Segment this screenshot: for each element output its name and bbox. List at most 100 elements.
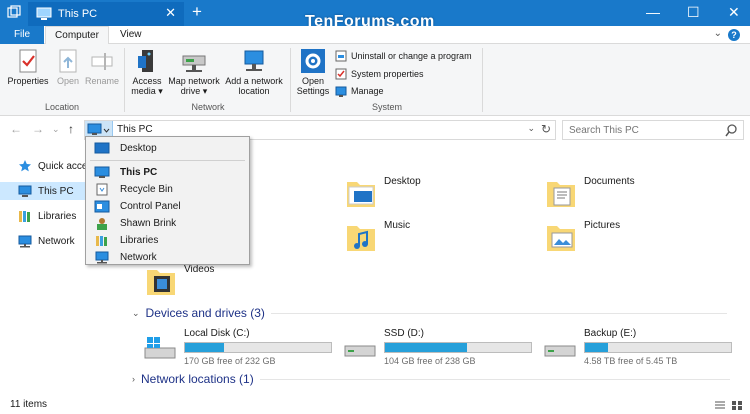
tab-title: This PC (58, 8, 98, 20)
folder-pictures[interactable]: Pictures (546, 220, 620, 252)
open-icon (59, 49, 77, 73)
system-properties-icon (335, 68, 347, 80)
drive-e[interactable]: Backup (E:) 4.58 TB free of 5.45 TB (544, 328, 734, 368)
manage-button[interactable]: Manage (335, 85, 384, 97)
open-settings-button[interactable]: Open Settings (294, 48, 332, 96)
up-button[interactable]: ↑ (68, 122, 74, 136)
drive-usage-fill (385, 343, 467, 352)
menu-item-network[interactable]: Network (88, 249, 247, 265)
network-icon (95, 251, 109, 263)
folder-documents[interactable]: Documents (546, 176, 635, 208)
menu-item-user-folder[interactable]: Shawn Brink (88, 215, 247, 231)
libraries-icon (19, 211, 30, 222)
folder-videos[interactable]: Videos (146, 264, 214, 296)
group-divider (270, 312, 727, 314)
address-path: This PC (117, 124, 153, 135)
star-icon (19, 160, 31, 172)
network-locations-group-header[interactable]: › Network locations (1) (132, 372, 730, 386)
menu-item-recycle-bin[interactable]: Recycle Bin (88, 181, 247, 197)
tab-this-pc[interactable]: This PC ✕ (28, 2, 184, 26)
drive-free-space: 104 GB free of 238 GB (384, 356, 476, 366)
close-button[interactable]: ✕ (728, 4, 740, 21)
search-input[interactable] (563, 121, 713, 139)
item-count: 11 items (10, 399, 48, 410)
computer-icon (18, 185, 32, 197)
ribbon-divider (290, 48, 291, 112)
close-tab-icon[interactable]: ✕ (165, 5, 176, 21)
title-bar: This PC ✕ + TenForums.com — ☐ ✕ (0, 0, 750, 30)
menu-item-desktop[interactable]: Desktop (88, 140, 247, 156)
desktop-folder-icon (347, 182, 375, 207)
devices-group-header[interactable]: ⌄ Devices and drives (3) (132, 306, 727, 320)
large-icons-view-icon[interactable] (731, 400, 743, 411)
address-history-icon[interactable]: ⌄ (527, 123, 535, 134)
windows-drive-icon (144, 337, 176, 359)
recycle-bin-icon (96, 183, 108, 195)
uninstall-program-button[interactable]: Uninstall or change a program (335, 50, 472, 62)
back-button[interactable]: ← (10, 122, 22, 136)
drive-usage-bar (384, 342, 532, 353)
drive-icon (544, 345, 576, 357)
tab-file[interactable]: File (0, 26, 44, 44)
minimize-button[interactable]: — (646, 4, 660, 20)
menu-item-libraries[interactable]: Libraries (88, 232, 247, 248)
drive-name: SSD (D:) (384, 328, 424, 339)
videos-folder-icon (147, 270, 175, 295)
tab-view[interactable]: View (110, 26, 152, 44)
drive-name: Backup (E:) (584, 328, 637, 339)
rename-button[interactable]: Rename (84, 48, 120, 86)
network-drive-icon (182, 55, 206, 72)
documents-folder-icon (547, 182, 575, 207)
rename-icon (91, 53, 113, 70)
computer-icon (94, 166, 110, 178)
maximize-button[interactable]: ☐ (687, 4, 700, 21)
folder-desktop[interactable]: Desktop (346, 176, 421, 208)
details-view-icon[interactable] (714, 400, 726, 411)
properties-button[interactable]: Properties (6, 48, 50, 86)
computer-icon (36, 7, 52, 20)
expand-ribbon-icon[interactable]: ⌄ (714, 28, 722, 39)
drive-d[interactable]: SSD (D:) 104 GB free of 238 GB (344, 328, 534, 368)
open-button[interactable]: Open (52, 48, 84, 86)
desktop-icon (94, 142, 110, 153)
drive-icon (344, 345, 376, 357)
ribbon: Properties Open Rename Location Access m… (0, 44, 750, 116)
properties-icon (19, 49, 37, 73)
expand-icon[interactable]: › (132, 374, 135, 384)
menu-item-control-panel[interactable]: Control Panel (88, 198, 247, 214)
address-dropdown-menu: Desktop This PC Recycle Bin Control Pane… (85, 136, 250, 265)
drive-c[interactable]: Local Disk (C:) 170 GB free of 232 GB (144, 328, 334, 368)
media-server-icon (138, 50, 153, 72)
collapse-icon[interactable]: ⌄ (132, 308, 140, 319)
drive-free-space: 170 GB free of 232 GB (184, 356, 276, 366)
access-media-button[interactable]: Access media ▾ (128, 48, 166, 96)
menu-separator (90, 160, 245, 161)
folder-music[interactable]: Music (346, 220, 410, 252)
music-folder-icon (347, 226, 375, 251)
system-group-label: System (371, 102, 402, 112)
menu-item-this-pc[interactable]: This PC (88, 164, 247, 180)
network-icon (18, 235, 32, 248)
settings-gear-icon (301, 49, 325, 73)
uninstall-icon (335, 50, 347, 62)
map-network-drive-button[interactable]: Map network drive ▾ (166, 48, 222, 96)
drive-usage-fill (185, 343, 225, 352)
search-icon[interactable] (725, 123, 737, 137)
drive-usage-bar (184, 342, 332, 353)
system-properties-button[interactable]: System properties (335, 68, 424, 80)
drive-usage-fill (585, 343, 609, 352)
new-tab-button[interactable]: + (192, 2, 202, 22)
tab-computer[interactable]: Computer (45, 26, 109, 44)
add-network-location-button[interactable]: Add a network location (222, 48, 286, 96)
control-panel-icon (94, 200, 110, 212)
drive-usage-bar (584, 342, 732, 353)
refresh-icon[interactable]: ↻ (541, 122, 551, 136)
devices-group-label: Devices and drives (3) (145, 306, 265, 320)
search-box[interactable] (562, 120, 744, 140)
forward-button[interactable]: → (32, 122, 44, 136)
recent-locations-icon[interactable]: ⌄ (52, 124, 60, 135)
location-group-label: Location (44, 102, 80, 112)
help-icon[interactable]: ? (728, 29, 740, 41)
status-bar: 11 items (0, 396, 750, 414)
window-menu-icon[interactable] (7, 5, 21, 19)
